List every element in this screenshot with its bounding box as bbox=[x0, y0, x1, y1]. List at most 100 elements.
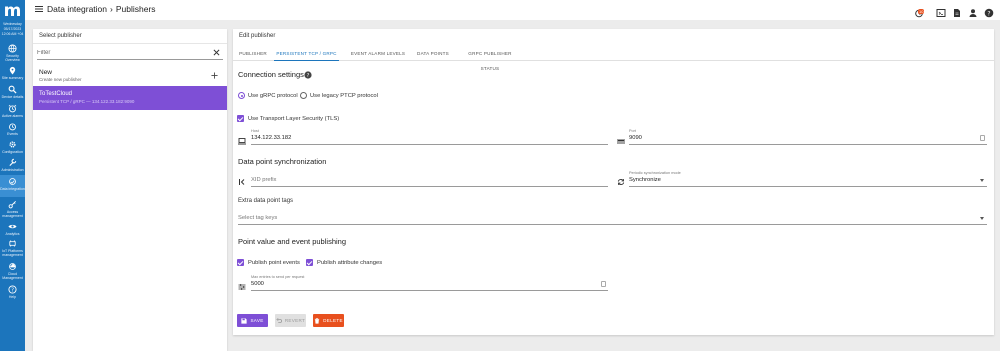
max-entries-value[interactable]: 5000 bbox=[251, 281, 264, 287]
tab-grpc-publisher-status[interactable]: GRPC PUBLISHER STATUS bbox=[460, 46, 520, 71]
document-icon bbox=[954, 9, 960, 17]
globe-icon bbox=[8, 44, 17, 53]
sidebar-item-label: Events bbox=[7, 132, 18, 136]
sidebar-item-device-details[interactable]: Device details bbox=[0, 85, 25, 99]
checkbox-label: Use Transport Layer Security (TLS) bbox=[248, 115, 340, 122]
sidebar-item-label: Cloud Management bbox=[2, 272, 23, 280]
undo-icon bbox=[276, 317, 282, 323]
filter-input[interactable] bbox=[37, 47, 223, 60]
sidebar-item-access-management[interactable]: Access management bbox=[0, 200, 25, 218]
port-field[interactable]: Port 9090 bbox=[629, 129, 987, 145]
sidebar-item-administration[interactable]: Administration bbox=[0, 158, 25, 172]
max-entries-field[interactable]: Max entries to send per request 5000 bbox=[251, 275, 608, 291]
chevron-down-icon bbox=[980, 217, 984, 220]
port-value[interactable]: 9090 bbox=[629, 135, 642, 141]
xid-prefix-field[interactable]: XID prefix bbox=[251, 171, 608, 187]
save-icon bbox=[241, 317, 248, 324]
tab-publisher[interactable]: PUBLISHER bbox=[233, 46, 273, 61]
terminal-icon bbox=[936, 9, 946, 17]
sidebar-item-label: Analytics bbox=[5, 232, 20, 236]
radio-button[interactable] bbox=[300, 92, 307, 99]
alarms-button[interactable]: 10 bbox=[914, 5, 925, 18]
list-item-title: New bbox=[39, 69, 53, 76]
sidebar-item-configuration[interactable]: Configuration bbox=[0, 140, 25, 154]
add-icon bbox=[211, 72, 218, 79]
extra-tags-title: Extra data point tags bbox=[238, 198, 294, 204]
tab-bar: PUBLISHER PERSISTENT TCP / GRPC EVENT AL… bbox=[233, 46, 994, 71]
terminal-button[interactable] bbox=[936, 5, 946, 17]
tab-data-points[interactable]: DATA POINTS bbox=[413, 46, 453, 61]
checkbox-checked[interactable] bbox=[237, 115, 244, 122]
prefix-icon bbox=[239, 179, 245, 185]
radio-button-selected[interactable] bbox=[238, 92, 245, 99]
help-button[interactable]: ? bbox=[984, 5, 994, 18]
radio-ptcp[interactable]: Use legacy PTCP protocol bbox=[300, 92, 378, 99]
eye-icon bbox=[8, 224, 17, 229]
sync-mode-value: Synchronize bbox=[629, 177, 661, 183]
checkbox-label: Publish point events bbox=[248, 259, 300, 266]
delete-button[interactable]: DELETE bbox=[313, 314, 344, 327]
list-item-subtitle: Persistent TCP / gRPC — 134.122.33.182:9… bbox=[39, 99, 135, 104]
host-field[interactable]: Host 134.122.33.182 bbox=[251, 129, 608, 145]
sidebar-item-analytics[interactable]: Analytics bbox=[0, 222, 25, 236]
checkbox-checked[interactable] bbox=[306, 259, 313, 266]
xid-prefix-placeholder: XID prefix bbox=[251, 177, 277, 183]
breadcrumb-data-integration[interactable]: Data integration bbox=[47, 4, 107, 14]
save-button[interactable]: SAVE bbox=[237, 314, 268, 327]
data-point-sync-title: Data point synchronization bbox=[238, 157, 327, 166]
svg-text:?: ? bbox=[987, 10, 990, 17]
host-value[interactable]: 134.122.33.182 bbox=[251, 135, 291, 141]
sidebar-item-iot-platforms[interactable]: IoT Platforms management bbox=[0, 239, 25, 257]
tune-icon bbox=[238, 284, 246, 290]
checkbox-publish-attribute-changes[interactable]: Publish attribute changes bbox=[306, 259, 382, 266]
list-item-new-publisher[interactable]: New Create new publisher bbox=[33, 63, 227, 87]
sync-mode-select[interactable]: Periodic synchronization mode Synchroniz… bbox=[629, 171, 987, 187]
port-stepper[interactable] bbox=[980, 135, 985, 141]
sidebar-item-active-alarms[interactable]: Active alarms bbox=[0, 104, 25, 118]
help-icon: ? bbox=[984, 8, 994, 18]
radio-grpc[interactable]: Use gRPC protocol bbox=[238, 92, 298, 99]
svg-text:?: ? bbox=[11, 287, 14, 293]
trash-icon bbox=[314, 317, 320, 324]
checkbox-publish-events[interactable]: Publish point events bbox=[237, 259, 300, 266]
alarm-clock-icon bbox=[9, 123, 16, 131]
list-item-publisher-selected[interactable]: ToTestCloud Persistent TCP / gRPC — 134.… bbox=[33, 86, 227, 110]
field-label: Periodic synchronization mode bbox=[629, 171, 681, 175]
sidebar-item-label: Security Overview bbox=[5, 54, 20, 62]
sidebar-item-help[interactable]: ? Help bbox=[0, 285, 25, 299]
checkbox-checked[interactable] bbox=[237, 259, 244, 266]
checkbox-tls[interactable]: Use Transport Layer Security (TLS) bbox=[237, 115, 339, 122]
revert-label: REVERT bbox=[284, 318, 306, 323]
connection-settings-title: Connection settings bbox=[238, 70, 304, 79]
sidebar-item-security-overview[interactable]: Security Overview bbox=[0, 44, 25, 62]
sidebar-item-label: Access management bbox=[2, 210, 23, 218]
iot-icon bbox=[9, 240, 16, 247]
tag-keys-select[interactable]: Select tag keys bbox=[238, 210, 987, 225]
field-label: Port bbox=[629, 129, 636, 133]
location-icon bbox=[9, 66, 16, 75]
save-label: SAVE bbox=[250, 318, 264, 323]
sidebar-item-events[interactable]: Events bbox=[0, 122, 25, 136]
ethernet-icon bbox=[617, 139, 625, 144]
menu-icon[interactable] bbox=[35, 5, 43, 13]
publishing-title: Point value and event publishing bbox=[238, 237, 346, 246]
alarm-icon bbox=[8, 104, 17, 113]
max-entries-stepper[interactable] bbox=[601, 281, 606, 287]
revert-button[interactable]: REVERT bbox=[275, 314, 306, 327]
field-label: Host bbox=[251, 129, 259, 133]
divider bbox=[33, 43, 227, 44]
sidebar-item-cloud-management[interactable]: Cloud Management bbox=[0, 262, 25, 280]
user-button[interactable] bbox=[968, 5, 978, 17]
document-button[interactable] bbox=[952, 5, 962, 17]
breadcrumb: Data integration › Publishers bbox=[47, 3, 156, 16]
tag-keys-placeholder: Select tag keys bbox=[238, 215, 278, 221]
sidebar-item-site-summary[interactable]: Site summary bbox=[0, 66, 25, 80]
sidebar-item-data-integration[interactable]: Data integration bbox=[0, 175, 25, 197]
list-item-title: ToTestCloud bbox=[39, 91, 73, 97]
laptop-icon bbox=[238, 138, 246, 145]
tab-persistent-tcp-grpc[interactable]: PERSISTENT TCP / GRPC bbox=[274, 46, 339, 61]
help-icon[interactable]: ? bbox=[304, 71, 312, 79]
svg-text:?: ? bbox=[307, 73, 310, 79]
close-icon[interactable] bbox=[213, 49, 220, 56]
tab-event-alarm-levels[interactable]: EVENT ALARM LEVELS bbox=[343, 46, 413, 61]
